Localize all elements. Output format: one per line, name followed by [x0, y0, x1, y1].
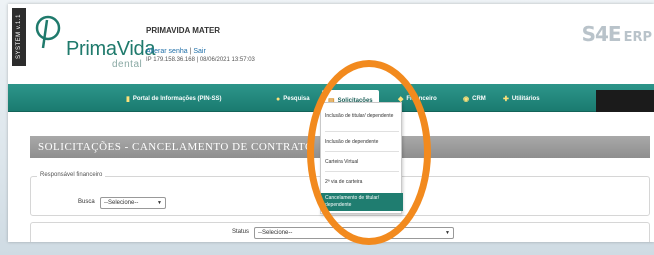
busca-select[interactable]: --Selecione-- ▼ — [100, 197, 166, 209]
search-icon: ● — [276, 95, 281, 103]
nav-item-pesquisa[interactable]: ● Pesquisa — [276, 92, 310, 106]
nav-item-crm[interactable]: ◉ CRM — [463, 92, 486, 106]
status-label: Status — [232, 229, 250, 235]
nav-item-utilitarios[interactable]: ✚ Utilitários — [503, 92, 540, 106]
crm-icon: ◉ — [463, 96, 470, 103]
tools-icon: ✚ — [503, 96, 509, 103]
brand-name: S4E — [581, 22, 622, 46]
nav-item-label: Portal de Informações (PIN-SS) — [132, 96, 222, 102]
chevron-down-icon: ▼ — [445, 230, 450, 236]
system-tag: SYSTEM v.1.1 — [12, 8, 26, 66]
busca-label: Busca — [78, 199, 95, 205]
nav-item-portal[interactable]: ▮ Portal de Informações (PIN-SS) — [126, 92, 222, 106]
fieldset-legend: Responsável financeiro — [37, 172, 106, 178]
primavida-logo-icon — [35, 15, 61, 49]
app-header: SYSTEM v.1.1 PrimaVida dental PRIMAVIDA … — [8, 4, 654, 84]
chart-icon: ▮ — [126, 96, 130, 103]
chevron-down-icon: ▼ — [157, 200, 162, 206]
busca-select-value: --Selecione-- — [104, 200, 139, 206]
highlight-oval — [307, 60, 431, 245]
brand-suffix: ERP — [623, 30, 652, 45]
link-separator: | — [189, 48, 192, 55]
nav-item-label: Pesquisa — [283, 96, 310, 102]
logo-name: PrimaVida — [66, 38, 156, 60]
user-name: PRIMAVIDA MATER — [146, 26, 221, 35]
change-password-link[interactable]: Alterar senha — [146, 48, 188, 55]
session-info: IP 179.158.36.168 | 08/06/2021 13:57:03 — [146, 57, 255, 63]
logo-subtitle: dental — [112, 59, 143, 70]
brand-logo: S4E ERP — [582, 22, 652, 46]
nav-item-label: Utilitários — [511, 96, 540, 102]
logout-link[interactable]: Sair — [193, 48, 205, 55]
user-links: Alterar senha | Sair — [146, 48, 206, 55]
status-select-value: --Selecione-- — [258, 230, 293, 236]
nav-item-label: CRM — [472, 96, 486, 102]
